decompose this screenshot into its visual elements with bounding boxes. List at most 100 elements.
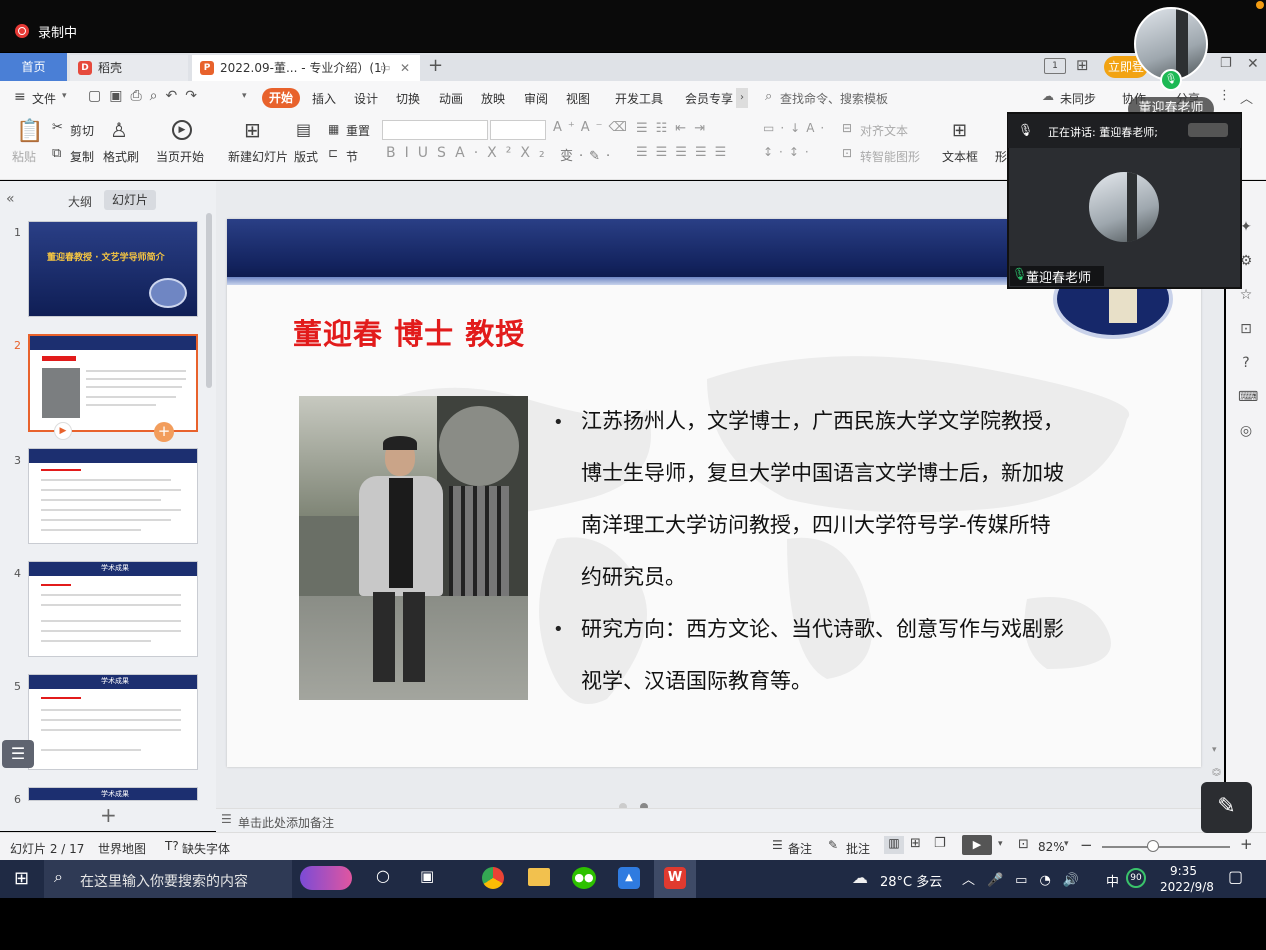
notes-placeholder[interactable]: 单击此处添加备注 — [238, 814, 334, 831]
menu-tab-start[interactable]: 开始 — [262, 88, 300, 108]
font-size-select[interactable] — [490, 120, 546, 140]
play-from-current-button[interactable]: 当页开始 — [156, 148, 204, 165]
sync-status[interactable]: 未同步 — [1060, 90, 1096, 107]
paste-button[interactable]: 粘贴 — [12, 148, 36, 165]
zoom-in-icon[interactable]: + — [1240, 835, 1253, 853]
ime-indicator[interactable]: 中 — [1106, 871, 1119, 890]
zoom-slider-handle[interactable] — [1147, 840, 1159, 852]
tab-outline[interactable]: 大纲 — [68, 193, 92, 210]
zoom-level[interactable]: 82% — [1038, 840, 1065, 854]
bullet-bio[interactable]: 江苏扬州人，文学博士，广西民族大学文学院教授， 博士生导师，复旦大学中国语言文学… — [581, 395, 1161, 603]
menu-tab-view[interactable]: 视图 — [566, 90, 590, 107]
taskbar-search-placeholder[interactable]: 在这里输入你要搜索的内容 — [80, 871, 248, 891]
slide-thumbnail-4[interactable]: 学术成果 — [28, 561, 198, 657]
comments-button[interactable]: 批注 — [846, 840, 870, 857]
menu-tab-member[interactable]: 会员专享 — [685, 90, 733, 107]
new-tab-icon[interactable]: + — [428, 55, 443, 76]
zoom-chevron-icon[interactable]: ▾ — [1064, 839, 1069, 849]
tab-home[interactable]: 首页 — [0, 53, 67, 81]
chrome-icon[interactable] — [482, 867, 504, 889]
record-icon[interactable] — [15, 24, 29, 38]
slide-thumbnail-3[interactable] — [28, 448, 198, 544]
layout-switch-icon[interactable]: 1 — [1044, 58, 1066, 74]
tray-icons[interactable]: ︿🎤▭◔🔊 — [962, 869, 1091, 888]
wps-icon[interactable]: W — [664, 867, 686, 889]
menu-tab-slideshow[interactable]: 放映 — [481, 90, 505, 107]
theme-name[interactable]: 世界地图 — [98, 840, 146, 857]
add-slide-bottom-icon[interactable]: + — [100, 803, 117, 827]
file-explorer-icon[interactable] — [528, 868, 550, 886]
weather-text[interactable]: 28°C 多云 — [880, 871, 942, 890]
format-painter-button[interactable]: 格式刷 — [103, 148, 139, 165]
fit-window-icon[interactable]: ⊡ — [1018, 837, 1029, 852]
grid-apps-icon[interactable]: ⊞ — [1076, 56, 1089, 74]
list-view-icon[interactable]: ☰ — [2, 740, 34, 768]
portrait-photo[interactable] — [299, 396, 528, 700]
command-search[interactable]: 查找命令、搜索模板 — [780, 90, 888, 107]
restore-window-icon[interactable]: ❐ — [1220, 56, 1232, 71]
task-view-icon[interactable]: ▣ — [420, 867, 434, 885]
menu-tab-transition[interactable]: 切换 — [396, 90, 420, 107]
smart-shape-button[interactable]: 转智能图形 — [860, 148, 920, 165]
line-spacing-icons[interactable]: ↕·↕· — [763, 145, 815, 159]
menu-tab-developer[interactable]: 开发工具 — [615, 90, 663, 107]
collapse-panel-icon[interactable]: « — [6, 191, 15, 207]
slide-thumbnail-6[interactable]: 学术成果 — [28, 787, 198, 801]
thumb-play-icon[interactable]: ▶ — [54, 422, 72, 440]
copy-button[interactable]: 复制 — [70, 148, 94, 165]
meeting-app-icon[interactable]: ▲ — [618, 867, 640, 889]
cut-button[interactable]: 剪切 — [70, 122, 94, 139]
play-options-chevron-icon[interactable]: ▾ — [998, 839, 1003, 849]
quick-access-icons[interactable]: ▢▣⎙⌕↶↷ — [88, 88, 205, 104]
text-effect-icons[interactable]: 变·✎· — [560, 145, 616, 164]
clock-time[interactable]: 9:35 — [1170, 864, 1197, 878]
panel-scrollbar[interactable] — [206, 213, 212, 388]
list-indent-icons[interactable]: ☰☷⇤⇥ — [636, 121, 713, 136]
slide-thumbnail-5[interactable]: 学术成果 — [28, 674, 198, 770]
add-slide-icon[interactable]: + — [154, 422, 174, 442]
more-options-icon[interactable]: ⋮ — [1218, 88, 1231, 103]
font-family-select[interactable] — [382, 120, 488, 140]
more-tabs-chevron-icon[interactable]: › — [736, 88, 748, 108]
file-menu[interactable]: 文件 — [32, 90, 56, 107]
scroll-down-icon[interactable]: ▾ — [1212, 745, 1217, 755]
reading-view-icon[interactable]: ❐ — [934, 836, 946, 851]
slide-title[interactable]: 董迎春 博士 教授 — [293, 311, 525, 353]
collapse-ribbon-icon[interactable]: ︿ — [1240, 88, 1253, 107]
section-button[interactable]: 节 — [346, 148, 358, 165]
current-slide[interactable]: 董迎春 博士 教授 • 江苏扬州人，文学博士，广西民族大学文学院教授， 博士生导… — [227, 219, 1201, 767]
menu-tab-animation[interactable]: 动画 — [439, 90, 463, 107]
annotation-tool-icon[interactable]: ✎ — [1201, 782, 1252, 833]
slide-thumbnail-2[interactable]: ▶ + — [28, 334, 198, 442]
zoom-out-icon[interactable]: − — [1080, 836, 1093, 854]
text-style-icons[interactable]: BIUSA·X²X₂ — [386, 145, 554, 161]
notes-toggle-button[interactable]: 备注 — [788, 840, 812, 857]
notification-icon[interactable]: ▢ — [1228, 867, 1243, 886]
cortana-icon[interactable]: ○ — [376, 866, 390, 885]
clock-date[interactable]: 2022/9/8 — [1160, 880, 1214, 894]
shape-button[interactable]: 形 — [995, 148, 1007, 165]
layout-button[interactable]: 版式 — [294, 148, 318, 165]
paragraph-align-icons[interactable]: ☰☰☰☰☰ — [636, 145, 734, 160]
normal-view-icon[interactable]: ▥ — [884, 836, 904, 854]
paste-icon[interactable]: 📋 — [16, 119, 43, 144]
align-text-button[interactable]: 对齐文本 — [860, 122, 908, 139]
menu-tab-review[interactable]: 审阅 — [524, 90, 548, 107]
tab-docer[interactable]: D 稻壳 — [70, 55, 188, 81]
close-tab-icon[interactable]: ✕ — [400, 55, 410, 81]
zoom-slider-track[interactable] — [1102, 846, 1230, 848]
tab-document[interactable]: P 2022.09-董... - 专业介绍）(1) ▭ ✕ — [192, 55, 420, 81]
close-window-icon[interactable]: ✕ — [1247, 56, 1259, 72]
menu-tab-insert[interactable]: 插入 — [312, 90, 336, 107]
hamburger-icon[interactable]: ≡ — [14, 89, 26, 105]
windows-start-icon[interactable]: ⊞ — [14, 868, 29, 889]
text-direction-icons[interactable]: ▭·↓A· — [763, 121, 830, 135]
bullet-research[interactable]: 研究方向：西方文论、当代诗歌、创意写作与戏剧影 视学、汉语国际教育等。 — [581, 603, 1161, 707]
play-slideshow-button[interactable]: ▶ — [962, 835, 992, 855]
file-menu-chevron-icon[interactable]: ▾ — [62, 91, 67, 101]
taskbar-search-highlight-icon[interactable] — [300, 866, 352, 890]
missing-font-button[interactable]: 缺失字体 — [182, 840, 230, 857]
page-navigate-icons[interactable]: ︽ ︾ — [1212, 765, 1221, 783]
slide-thumbnail-1[interactable]: 董迎春教授 · 文艺学导师简介 — [28, 221, 198, 317]
monitor-icon[interactable]: ▭ — [380, 55, 390, 81]
